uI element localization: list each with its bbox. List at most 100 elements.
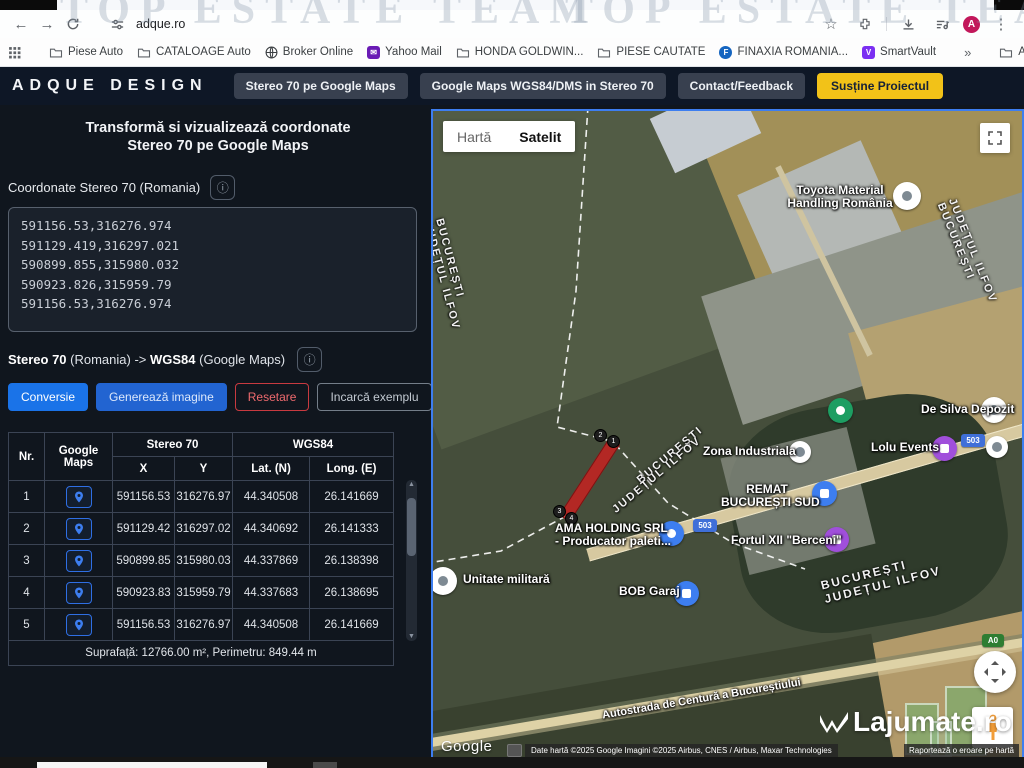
- screen: TOP ESTATE TEAM TOP ESTATE TEAM ← → adqu…: [0, 0, 1024, 768]
- site-navbar: ADQUE DESIGN Stereo 70 pe Google Maps Go…: [0, 67, 1024, 105]
- extensions-icon[interactable]: [852, 13, 878, 35]
- poi-glyph: [836, 406, 845, 415]
- cell-lat: 44.337869: [233, 545, 310, 577]
- col-header-wgs84: WGS84: [233, 433, 394, 457]
- poi-glyph: [682, 589, 691, 598]
- load-example-button[interactable]: Incarcă exemplu: [317, 383, 431, 411]
- show-on-map-button[interactable]: [66, 486, 92, 508]
- show-on-map-button[interactable]: [66, 518, 92, 540]
- globe-icon: [265, 46, 278, 59]
- pan-up-icon[interactable]: [991, 657, 999, 665]
- scrollbar-thumb[interactable]: [407, 498, 416, 556]
- col-header-lng: Long. (E): [310, 457, 394, 481]
- convert-button[interactable]: Conversie: [8, 383, 88, 411]
- col-header-lat: Lat. (N): [233, 457, 310, 481]
- scroll-up-icon[interactable]: ▲: [406, 481, 417, 488]
- col-header-gmaps: Google Maps: [45, 433, 113, 481]
- poi-green-park[interactable]: [828, 398, 853, 423]
- coords-info-button[interactable]: ⓘ: [210, 175, 235, 200]
- parcel-vertex-marker[interactable]: 2: [594, 429, 607, 442]
- bookmark-label: PIESE CAUTATE: [616, 46, 705, 58]
- pan-left-icon[interactable]: [980, 668, 988, 676]
- cell-lat: 44.340692: [233, 513, 310, 545]
- admin-boundary-line: [433, 111, 1022, 760]
- cell-lat: 44.337683: [233, 577, 310, 609]
- bookmark-honda-goldwin[interactable]: HONDA GOLDWIN...: [456, 46, 584, 58]
- map-label-bob: BOB Garaj: [619, 585, 680, 598]
- show-on-map-button[interactable]: [66, 614, 92, 636]
- reset-button[interactable]: Resetare: [235, 383, 310, 411]
- cell-nr: 3: [9, 545, 45, 577]
- generate-image-button[interactable]: Generează imagine: [96, 383, 227, 411]
- bookmark-broker-online[interactable]: Broker Online: [265, 46, 353, 59]
- cell-y: 316297.02: [175, 513, 233, 545]
- nav-support-project-button[interactable]: Susține Proiectul: [817, 73, 943, 99]
- map-type-harta-button[interactable]: Hartă: [443, 129, 505, 145]
- col-header-y: Y: [175, 457, 233, 481]
- media-controls-icon[interactable]: [929, 13, 955, 35]
- bookmark-piese-auto[interactable]: Piese Auto: [49, 46, 123, 58]
- poi-toyota[interactable]: [893, 182, 921, 210]
- bookmarks-overflow-chevron[interactable]: »: [964, 45, 971, 60]
- bookmark-yahoo-mail[interactable]: ✉ Yahoo Mail: [367, 46, 442, 59]
- show-on-map-button[interactable]: [66, 550, 92, 572]
- cell-x: 590923.83: [113, 577, 175, 609]
- poi-dot: [902, 191, 912, 201]
- map-pin-icon: [73, 522, 85, 536]
- fullscreen-button[interactable]: [980, 123, 1010, 153]
- apps-grid-icon[interactable]: [8, 41, 21, 63]
- all-bookmarks-label: All Bookmarks: [1018, 46, 1024, 58]
- pan-right-icon[interactable]: [1002, 668, 1010, 676]
- results-table-foot: Suprafață: 12766.00 m², Perimetru: 849.4…: [9, 641, 394, 666]
- map-type-satelit-button[interactable]: Satelit: [505, 129, 575, 145]
- bookmark-label: Yahoo Mail: [385, 46, 442, 58]
- table-scrollbar[interactable]: ▲ ▼: [406, 480, 417, 641]
- coords-textarea[interactable]: 591156.53,316276.974 591129.419,316297.0…: [8, 207, 417, 332]
- profile-avatar[interactable]: A: [963, 16, 980, 33]
- show-on-map-button[interactable]: [66, 582, 92, 604]
- finaxia-icon: F: [719, 46, 732, 59]
- map-canvas[interactable]: 2 1 3 4 503 503 A0: [433, 111, 1022, 760]
- address-bar[interactable]: adque.ro: [136, 17, 185, 31]
- parcel-vertex-marker[interactable]: 3: [553, 505, 566, 518]
- site-brand[interactable]: ADQUE DESIGN: [12, 77, 208, 95]
- map-pin-icon: [73, 554, 85, 568]
- table-row: 2 591129.42 316297.02 44.340692 26.14133…: [9, 513, 394, 545]
- yahoo-mail-icon: ✉: [367, 46, 380, 59]
- page-title-line1: Transformă si vizualizează coordonate: [0, 119, 436, 137]
- conversion-info-button[interactable]: ⓘ: [297, 347, 322, 372]
- forward-icon[interactable]: →: [34, 13, 60, 35]
- bookmark-piese-cautate[interactable]: PIESE CAUTATE: [597, 46, 705, 58]
- google-map[interactable]: 2 1 3 4 503 503 A0: [431, 109, 1024, 762]
- conversion-label: Stereo 70 (Romania) -> WGS84 (Google Map…: [8, 352, 285, 367]
- poi-glyph: [940, 444, 949, 453]
- reload-icon[interactable]: [60, 13, 86, 35]
- parcel-vertex-marker[interactable]: 1: [607, 435, 620, 448]
- bookmark-cataloage-auto[interactable]: CATALOAGE Auto: [137, 46, 251, 58]
- downloads-icon[interactable]: [895, 13, 921, 35]
- nav-stereo70-to-gmaps[interactable]: Stereo 70 pe Google Maps: [234, 73, 408, 99]
- map-label-line: Handling România: [785, 197, 895, 210]
- menu-dots-icon[interactable]: ⋮: [988, 13, 1014, 35]
- scroll-down-icon[interactable]: ▼: [406, 633, 417, 640]
- bookmark-finaxia[interactable]: F FINAXIA ROMANIA...: [719, 46, 848, 59]
- back-icon[interactable]: ←: [8, 13, 34, 35]
- cell-x: 590899.85: [113, 545, 175, 577]
- all-bookmarks-button[interactable]: All Bookmarks: [999, 46, 1024, 58]
- pan-down-icon[interactable]: [991, 679, 999, 687]
- site-info-icon[interactable]: [104, 13, 130, 35]
- poi-right-edge[interactable]: [986, 436, 1008, 458]
- report-map-error-link[interactable]: Raportează o eroare pe hartă: [904, 744, 1019, 757]
- pan-control[interactable]: [974, 651, 1016, 693]
- bookmark-label: Piese Auto: [68, 46, 123, 58]
- google-logo[interactable]: Google: [441, 738, 492, 755]
- nav-contact-feedback[interactable]: Contact/Feedback: [678, 73, 805, 99]
- site-info-glyph: [110, 17, 125, 32]
- map-label-line: - Producator paleti...: [555, 535, 659, 548]
- bookmark-smartvault[interactable]: V SmartVault: [862, 46, 936, 59]
- bookmark-star-icon[interactable]: ☆: [818, 13, 844, 35]
- cell-nr: 2: [9, 513, 45, 545]
- keyboard-shortcuts-icon[interactable]: [507, 744, 522, 757]
- nav-gmaps-to-stereo70[interactable]: Google Maps WGS84/DMS in Stereo 70: [420, 73, 666, 99]
- coords-input-label: Coordonate Stereo 70 (Romania): [8, 180, 200, 195]
